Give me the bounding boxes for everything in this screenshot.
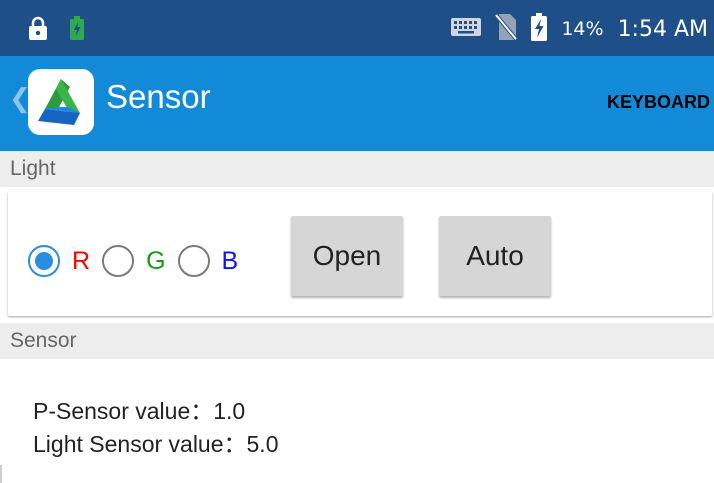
radio-b[interactable] (177, 245, 210, 277)
radio-r-label: R (72, 246, 91, 275)
light-card: R G B Open Auto (8, 192, 712, 316)
status-bar: 14% 1:54 AM (0, 0, 714, 56)
battery-percent: 14% (561, 18, 604, 40)
app-title: Sensor (106, 78, 211, 115)
clock-time: 1:54 AM (617, 16, 708, 42)
keyboard-action-button[interactable]: KEYBOARD (607, 92, 710, 113)
battery-saver-icon (70, 16, 84, 44)
light-sensor-value: Light Sensor value：5.0 (33, 431, 279, 457)
section-header-light: Light (0, 151, 714, 187)
radio-g-label: G (146, 246, 166, 275)
no-sim-icon (494, 13, 518, 45)
auto-button[interactable]: Auto (439, 216, 551, 296)
radio-g[interactable] (102, 245, 135, 277)
lock-icon (28, 16, 48, 44)
keyboard-icon (451, 18, 482, 40)
app-bar: ❮ Sensor KEYBOARD (0, 56, 714, 151)
p-sensor-value: P-Sensor value：1.0 (33, 398, 246, 424)
open-button[interactable]: Open (291, 216, 403, 296)
radio-b-label: B (221, 246, 239, 275)
rgb-radio-group: R G B (28, 243, 250, 279)
radio-r[interactable] (28, 245, 60, 277)
section-header-sensor: Sensor (0, 323, 714, 359)
app-logo-icon[interactable] (28, 69, 94, 135)
left-divider (0, 465, 2, 483)
battery-charging-icon (531, 13, 548, 45)
